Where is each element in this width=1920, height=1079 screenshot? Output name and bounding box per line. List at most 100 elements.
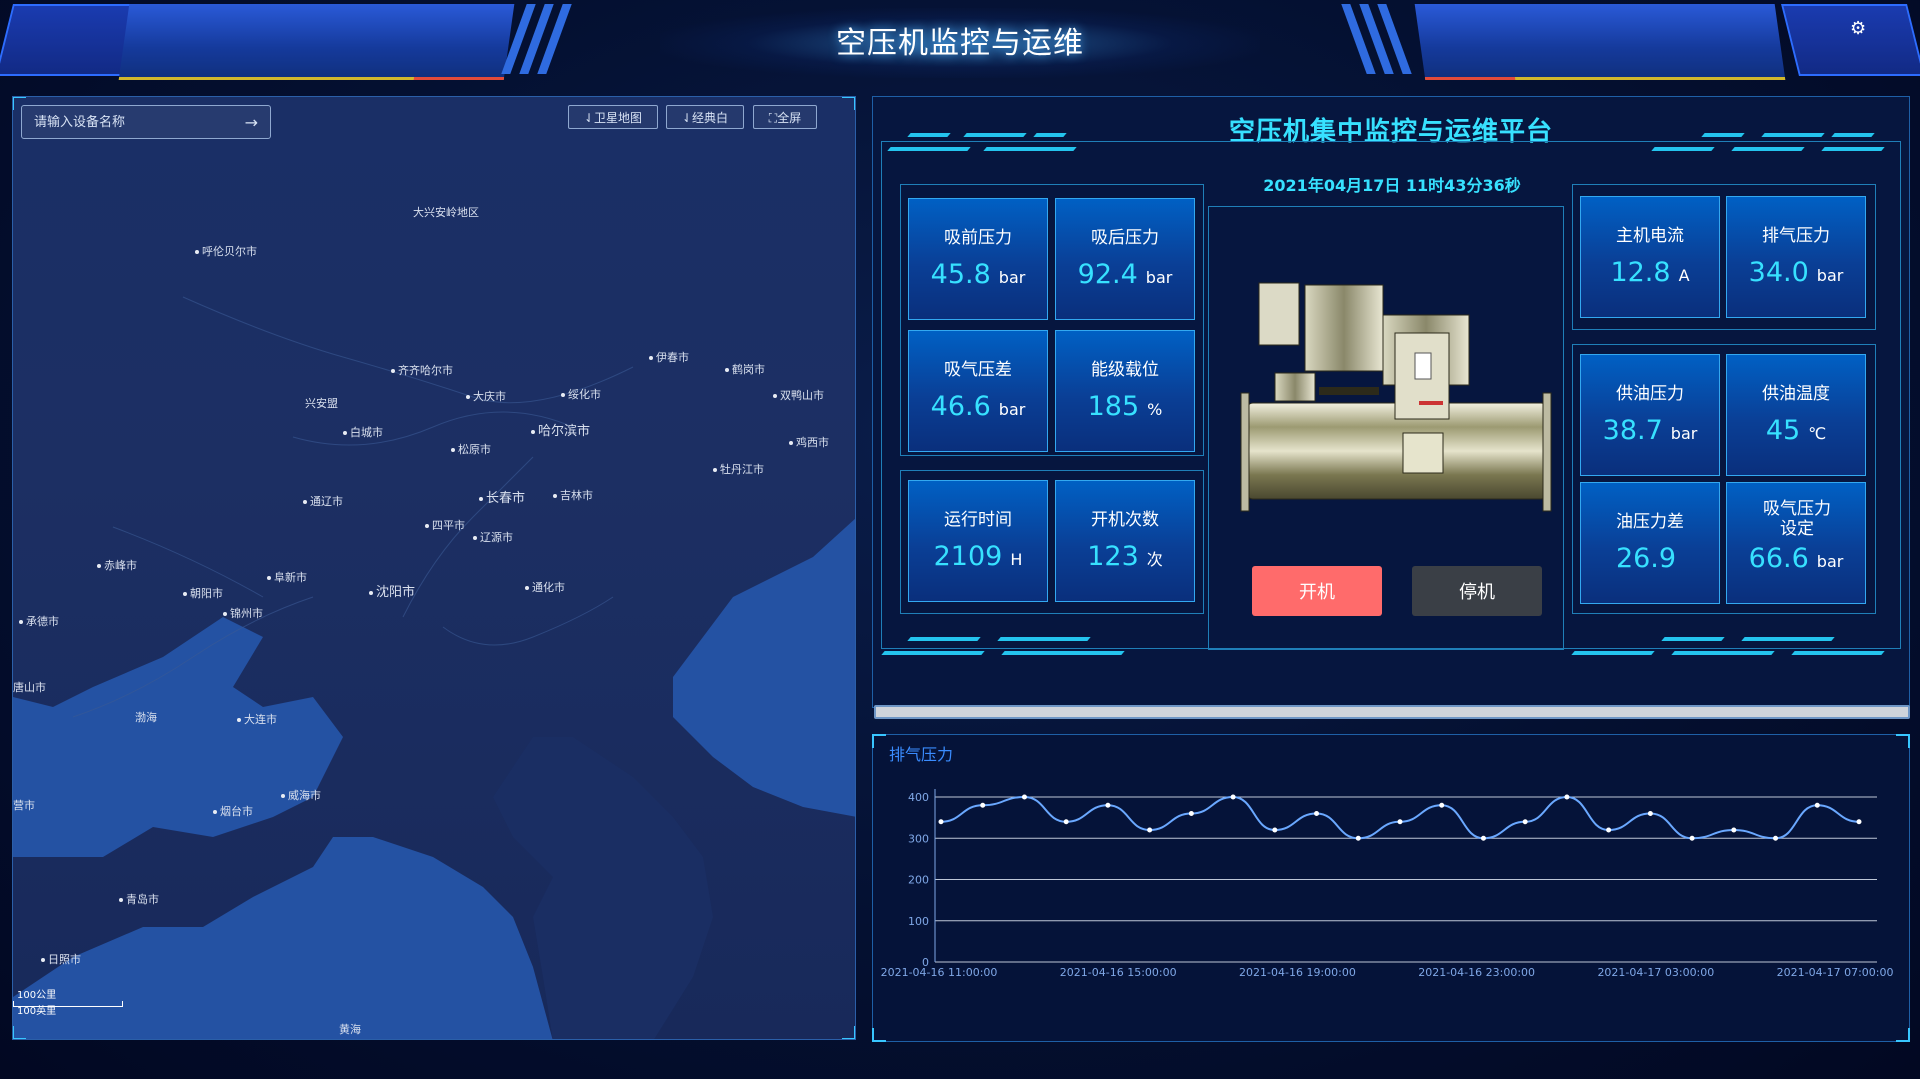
data-point (1647, 811, 1653, 816)
data-point (1564, 794, 1570, 800)
header-left-bar (118, 4, 515, 80)
map-label: 承德市 (19, 613, 59, 629)
panel-corner (842, 1026, 855, 1039)
metric-label: 吸后压力 (1091, 228, 1159, 248)
metric-label: 开机次数 (1091, 510, 1159, 530)
data-point (1021, 794, 1027, 800)
metric-card: 吸前压力 45.8 bar (908, 198, 1048, 320)
metric-value: 123 次 (1087, 541, 1163, 572)
start-button[interactable]: 开机 (1252, 566, 1382, 616)
metric-card: 排气压力 34.0 bar (1726, 196, 1866, 318)
map-label: 伊春市 (649, 349, 689, 365)
metric-label: 吸气压力设定 (1763, 499, 1831, 539)
map-label: 长春市 (479, 487, 525, 506)
data-point (1147, 827, 1153, 833)
metric-value: 45.8 bar (930, 259, 1026, 290)
map-label: 兴安盟 (305, 397, 338, 410)
metric-card: 供油压力 38.7 bar (1580, 354, 1720, 476)
stop-button[interactable]: 停机 (1412, 566, 1542, 616)
metric-label: 供油温度 (1762, 384, 1830, 404)
map-panel[interactable]: → ⇃卫星地图 ⇃经典白 ⛶全屏 大兴安岭地区 呼伦贝尔市 齐齐哈尔市 伊春市 … (12, 96, 856, 1040)
satellite-map-button[interactable]: ⇃卫星地图 (568, 105, 658, 129)
series-line (940, 795, 1860, 840)
decor-stripes (1633, 635, 1893, 649)
map-scale-mi: 100英里 (17, 1006, 57, 1017)
fullscreen-button[interactable]: ⛶全屏 (753, 105, 817, 129)
map-label: 青岛市 (119, 891, 159, 907)
y-tick-label: 200 (908, 874, 929, 887)
arrow-right-icon[interactable]: → (245, 113, 258, 132)
horizontal-scrollbar[interactable] (874, 705, 1910, 719)
x-tick-label: 2021-04-16 19:00:00 (1239, 966, 1356, 979)
map-label: 四平市 (425, 517, 465, 533)
data-point (1314, 811, 1320, 816)
device-search-input[interactable] (34, 114, 245, 130)
device-search-box[interactable]: → (21, 105, 271, 139)
map-label: 大庆市 (466, 388, 506, 404)
metric-label: 主机电流 (1616, 226, 1684, 246)
data-point (1063, 819, 1069, 825)
data-point (1188, 811, 1194, 816)
map-label: 松原市 (451, 441, 491, 457)
decor-stripes (881, 649, 1183, 663)
map-label: 沈阳市 (369, 581, 415, 600)
header-left-stripes (501, 4, 580, 74)
data-point (1105, 802, 1111, 808)
map-label: 阜新市 (267, 569, 307, 585)
metric-card: 开机次数 123 次 (1055, 480, 1195, 602)
data-point (1689, 835, 1695, 841)
decor-stripes (907, 635, 1149, 649)
data-point (1355, 835, 1361, 841)
x-tick-label: 2021-04-17 03:00:00 (1597, 966, 1714, 979)
data-point (1480, 835, 1486, 841)
map-label: 大连市 (237, 711, 277, 727)
metric-value: 46.6 bar (930, 391, 1026, 422)
settings-gear-icon[interactable]: ⚙ (1850, 18, 1866, 39)
metric-value: 45 ℃ (1765, 415, 1827, 446)
data-point (1397, 819, 1403, 825)
metric-label: 吸前压力 (944, 228, 1012, 248)
data-point (980, 802, 986, 808)
data-point (938, 819, 944, 825)
y-tick-label: 300 (908, 832, 929, 845)
data-point (1272, 827, 1278, 833)
metric-value: 26.9 (1615, 543, 1677, 574)
map-label: 烟台市 (213, 803, 253, 819)
map-label: 渤海 (135, 711, 157, 724)
map-label: 通化市 (525, 579, 565, 595)
metric-card: 油压力差 26.9 (1580, 482, 1720, 604)
y-tick-label: 400 (908, 791, 929, 804)
panel-corner (13, 1026, 26, 1039)
metric-card: 吸后压力 92.4 bar (1055, 198, 1195, 320)
map-label: 威海市 (281, 787, 321, 803)
exhaust-pressure-chart: 01002003004002021-04-16 11:00:00 2021-04-… (881, 789, 1894, 979)
datetime-display: 2021年04月17日 11时43分36秒 (1263, 176, 1521, 195)
chart-title: 排气压力 (889, 745, 954, 764)
data-point (1606, 827, 1612, 833)
map-label: 唐山市 (13, 681, 46, 694)
data-point (1773, 835, 1779, 841)
classic-white-button[interactable]: ⇃经典白 (666, 105, 744, 129)
metric-label: 排气压力 (1762, 226, 1830, 246)
decor-stripes (1571, 649, 1893, 663)
map-label: 锦州市 (223, 605, 263, 621)
metric-value: 92.4 bar (1077, 259, 1173, 290)
panel-corner (13, 97, 26, 110)
metric-value: 66.6 bar (1748, 543, 1844, 574)
map-label: 通辽市 (303, 493, 343, 509)
data-point (1856, 819, 1862, 825)
metric-value: 38.7 bar (1602, 415, 1698, 446)
panel-corner (842, 97, 855, 110)
map-label: 呼伦贝尔市 (195, 243, 257, 259)
x-tick-label: 2021-04-16 23:00:00 (1418, 966, 1535, 979)
map-label: 黄海 (339, 1023, 361, 1036)
map-label: 白城市 (343, 424, 383, 440)
metric-card: 能级载位 185% (1055, 330, 1195, 452)
x-tick-label: 2021-04-16 15:00:00 (1060, 966, 1177, 979)
map-label: 牡丹江市 (713, 461, 764, 477)
map-label: 辽源市 (473, 529, 513, 545)
metric-card: 主机电流 12.8 A (1580, 196, 1720, 318)
x-tick-label: 2021-04-17 07:00:00 (1777, 966, 1894, 979)
metric-label: 吸气压差 (944, 360, 1012, 380)
map-label: 鸡西市 (789, 434, 829, 450)
